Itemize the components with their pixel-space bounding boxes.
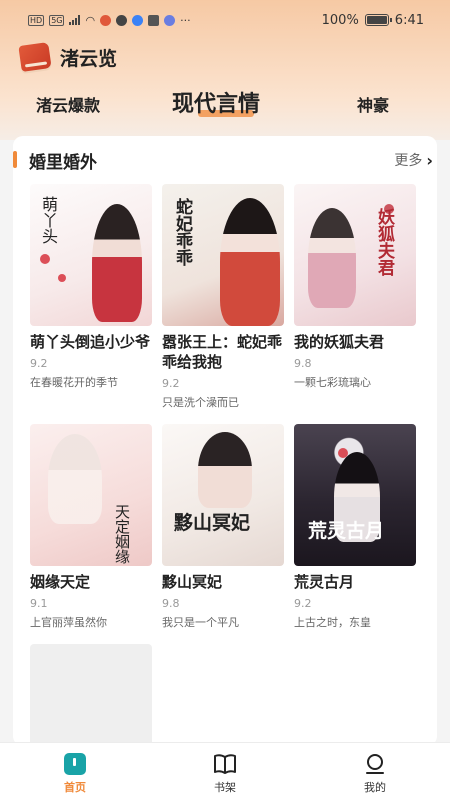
nav-bookshelf[interactable]: 书架 xyxy=(150,743,300,800)
nav-home[interactable]: 首页 xyxy=(0,743,150,800)
cover-text: 蛇妃乖乖 xyxy=(172,198,192,266)
book-title: 嚣张王上：蛇妃乖乖给我抱 xyxy=(162,333,283,371)
notification-app-icon xyxy=(100,14,112,26)
bottom-navigation: 首页 书架 我的 xyxy=(0,742,450,800)
battery-icon xyxy=(364,14,392,26)
cover-text: 黟山冥妃 xyxy=(174,512,251,534)
cover-text: 荒灵古月 xyxy=(308,520,385,542)
book-item[interactable]: 妖狐夫君 我的妖狐夫君 9.8 一颗七彩琉璃心 xyxy=(294,184,416,390)
wifi-icon: ◠ xyxy=(85,13,96,27)
status-bar: HD 5G ◠ ··· 100% 6:41 xyxy=(0,0,450,40)
book-item[interactable]: 萌丫头 萌丫头倒追小少爷 9.2 在春暖花开的季节 xyxy=(30,184,152,390)
book-title: 黟山冥妃 xyxy=(162,573,223,591)
book-item[interactable]: 黟山冥妃 黟山冥妃 9.8 我只是一个平凡 xyxy=(162,424,284,630)
book-item[interactable]: 天定姻缘 姻缘天定 9.1 上官丽萍虽然你 xyxy=(30,424,152,630)
home-icon xyxy=(64,753,86,775)
book-section-card: 婚里婚外 更多 › 萌丫头 萌丫头倒追小少爷 9.2 在春暖花开的季节 蛇妃乖乖… xyxy=(13,136,437,746)
section-title: 婚里婚外 xyxy=(29,153,97,173)
book-score: 9.1 xyxy=(30,597,48,610)
nav-bookshelf-label: 书架 xyxy=(214,781,236,794)
book-description: 上古之时，东皇 xyxy=(294,616,371,629)
tab-tycoon[interactable]: 神豪 xyxy=(357,92,389,116)
nav-profile-label: 我的 xyxy=(364,781,386,794)
section-accent-bar xyxy=(13,151,17,168)
book-cover: 妖狐夫君 xyxy=(294,184,416,326)
book-cover: 萌丫头 xyxy=(30,184,152,326)
book-description: 上官丽萍虽然你 xyxy=(30,616,107,629)
book-title: 我的妖狐夫君 xyxy=(294,333,385,351)
book-title: 萌丫头倒追小少爷 xyxy=(30,333,151,351)
more-link[interactable]: 更多 › xyxy=(394,150,433,170)
book-item[interactable]: 荒灵古月 荒灵古月 9.2 上古之时，东皇 xyxy=(294,424,416,630)
more-label: 更多 xyxy=(394,153,423,169)
chevron-right-icon: › xyxy=(426,150,433,170)
book-score: 9.2 xyxy=(294,597,312,610)
book-score: 9.8 xyxy=(162,597,180,610)
book-description: 一颗七彩琉璃心 xyxy=(294,376,371,389)
notification-app-icon xyxy=(132,14,144,26)
clock: 6:41 xyxy=(394,12,424,28)
message-icon xyxy=(148,14,160,26)
nav-home-label: 首页 xyxy=(64,781,86,794)
book-title: 荒灵古月 xyxy=(294,573,355,591)
signal-icon xyxy=(69,15,81,25)
notification-app-icon xyxy=(164,14,176,26)
category-tabs: 渚云爆款 现代言情 神豪 xyxy=(0,80,450,124)
section-header: 婚里婚外 更多 › xyxy=(13,148,437,173)
book-cover: 黟山冥妃 xyxy=(162,424,284,566)
book-description: 在春暖花开的季节 xyxy=(30,376,118,389)
tab-zhuyun-hits[interactable]: 渚云爆款 xyxy=(36,92,100,116)
tab-modern-romance[interactable]: 现代言情 xyxy=(172,86,260,118)
cover-text: 萌丫头 xyxy=(39,196,58,244)
network-type-indicator: 5G xyxy=(49,14,65,26)
app-header: 渚云览 xyxy=(18,40,117,74)
more-notifications-icon: ··· xyxy=(180,13,191,27)
book-cover: 天定姻缘 xyxy=(30,424,152,566)
book-title: 姻缘天定 xyxy=(30,573,91,591)
cover-text: 妖狐夫君 xyxy=(374,208,394,276)
book-item[interactable] xyxy=(30,644,152,746)
book-cover: 蛇妃乖乖 xyxy=(162,184,284,326)
app-title: 渚云览 xyxy=(60,47,118,70)
hd-indicator: HD xyxy=(28,14,45,26)
book-description: 我只是一个平凡 xyxy=(162,616,239,629)
cover-text: 天定姻缘 xyxy=(113,504,131,564)
book-score: 9.2 xyxy=(30,357,48,370)
book-description: 只是洗个澡而已 xyxy=(162,396,239,409)
profile-icon xyxy=(366,754,384,774)
battery-percent: 100% xyxy=(321,12,359,28)
bookshelf-icon xyxy=(214,754,236,774)
nav-profile[interactable]: 我的 xyxy=(300,743,450,800)
book-score: 9.8 xyxy=(294,357,312,370)
book-cover-placeholder xyxy=(30,644,152,746)
book-score: 9.2 xyxy=(162,377,180,390)
book-cover: 荒灵古月 xyxy=(294,424,416,566)
notification-app-icon xyxy=(116,14,128,26)
book-item[interactable]: 蛇妃乖乖 嚣张王上：蛇妃乖乖给我抱 9.2 只是洗个澡而已 xyxy=(162,184,284,410)
book-stack-icon xyxy=(18,42,52,72)
